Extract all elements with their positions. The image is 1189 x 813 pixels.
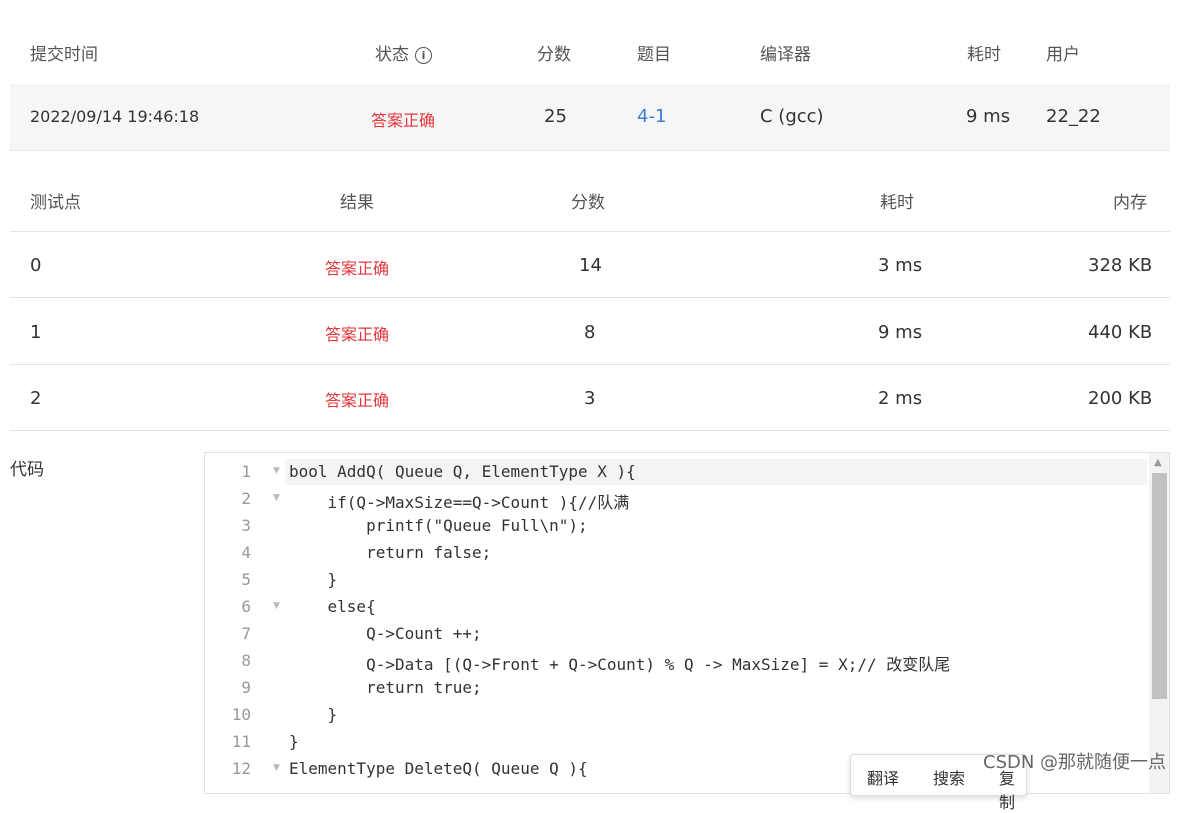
test-duration: 3 ms <box>878 255 923 276</box>
fold-arrow-icon[interactable]: ▼ <box>273 493 280 503</box>
translate-button[interactable]: 翻译 <box>867 765 899 789</box>
test-memory: 440 KB <box>1088 322 1153 343</box>
col-header-problem: 题目 <box>637 45 671 65</box>
test-header-result: 结果 <box>340 193 374 213</box>
code-line: return true; <box>289 678 482 697</box>
fold-arrow-icon[interactable]: ▼ <box>273 466 280 476</box>
problem-link[interactable]: 4-1 <box>637 106 666 127</box>
col-header-status: 状态 i <box>375 40 432 65</box>
line-number: 7 <box>241 624 251 643</box>
fold-arrow-icon[interactable]: ▼ <box>273 763 280 773</box>
submission-time: 2022/09/14 19:46:18 <box>30 107 200 126</box>
code-line: if(Q->MaxSize==Q->Count ){//队满 <box>289 493 630 512</box>
code-line: else{ <box>289 597 376 616</box>
submission-duration: 9 ms <box>966 106 1011 127</box>
col-header-user: 用户 <box>1046 45 1080 65</box>
line-number: 12 <box>231 759 251 778</box>
code-line: ElementType DeleteQ( Queue Q ){ <box>289 759 588 778</box>
line-number: 8 <box>241 651 251 670</box>
col-header-status-label: 状态 <box>375 45 409 65</box>
scroll-up-icon[interactable]: ▲ <box>1154 457 1162 468</box>
code-line: } <box>289 732 299 751</box>
code-line: return false; <box>289 543 492 562</box>
submission-status: 答案正确 <box>371 111 436 130</box>
line-gutter: 1 2 3 4 5 6 7 8 9 10 11 12 <box>205 453 265 793</box>
code-line: } <box>289 705 338 724</box>
col-header-score: 分数 <box>537 45 571 65</box>
test-score: 3 <box>584 388 596 409</box>
line-number: 11 <box>231 732 251 751</box>
line-number: 2 <box>241 489 251 508</box>
test-score: 8 <box>584 322 596 343</box>
code-line: bool AddQ( Queue Q, ElementType X ){ <box>289 462 636 481</box>
test-duration: 2 ms <box>878 388 923 409</box>
line-number: 3 <box>241 516 251 535</box>
code-line: printf("Queue Full\n"); <box>289 516 588 535</box>
submission-compiler: C (gcc) <box>760 106 824 127</box>
col-header-compiler: 编译器 <box>760 45 811 65</box>
divider <box>10 430 1170 431</box>
code-editor[interactable]: 1 2 3 4 5 6 7 8 9 10 11 12 ▼ ▼ ▼ ▼ bool … <box>204 452 1170 794</box>
search-button[interactable]: 搜索 <box>933 765 965 789</box>
test-point: 1 <box>30 322 42 343</box>
line-number: 6 <box>241 597 251 616</box>
code-line: } <box>289 570 338 589</box>
test-memory: 328 KB <box>1088 255 1153 276</box>
submission-user: 22_22 <box>1046 106 1101 127</box>
col-header-time: 提交时间 <box>30 45 98 65</box>
test-memory: 200 KB <box>1088 388 1153 409</box>
test-header-memory: 内存 <box>1113 193 1147 213</box>
vertical-scrollbar[interactable]: ▲ <box>1149 453 1169 793</box>
test-header-point: 测试点 <box>30 193 81 213</box>
test-result: 答案正确 <box>325 325 390 344</box>
divider <box>10 297 1170 298</box>
test-result: 答案正确 <box>325 259 390 278</box>
code-label: 代码 <box>10 460 44 480</box>
line-number: 4 <box>241 543 251 562</box>
test-duration: 9 ms <box>878 322 923 343</box>
test-point: 2 <box>30 388 42 409</box>
scrollbar-thumb[interactable] <box>1152 473 1167 699</box>
fold-arrow-icon[interactable]: ▼ <box>273 601 280 611</box>
divider <box>10 231 1170 232</box>
col-header-duration: 耗时 <box>967 45 1001 65</box>
divider <box>10 364 1170 365</box>
watermark: CSDN @那就随便一点 <box>983 752 1167 773</box>
line-number: 10 <box>231 705 251 724</box>
code-line: Q->Data [(Q->Front + Q->Count) % Q -> Ma… <box>289 655 951 674</box>
submission-score: 25 <box>544 106 567 127</box>
test-score: 14 <box>579 255 602 276</box>
line-number: 9 <box>241 678 251 697</box>
test-point: 0 <box>30 255 42 276</box>
test-result: 答案正确 <box>325 391 390 410</box>
test-header-duration: 耗时 <box>880 193 914 213</box>
info-icon[interactable]: i <box>415 46 432 64</box>
code-line: Q->Count ++; <box>289 624 482 643</box>
line-number: 5 <box>241 570 251 589</box>
line-number: 1 <box>241 462 251 481</box>
test-header-score: 分数 <box>571 193 605 213</box>
